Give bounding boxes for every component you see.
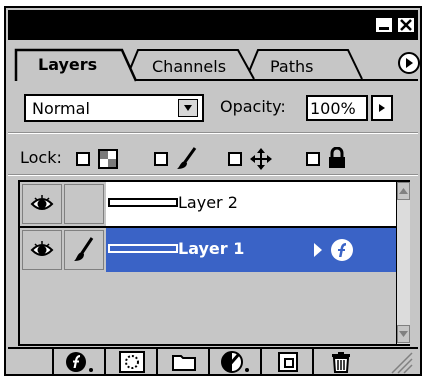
- brush-icon: [74, 237, 94, 261]
- new-adjustment-layer-button[interactable]: [212, 349, 262, 375]
- layer-style-icon: [66, 352, 93, 372]
- triangle-right-icon: [379, 104, 385, 112]
- triangle-right-icon: [406, 58, 413, 68]
- opacity-label: Opacity:: [220, 97, 286, 116]
- lock-label: Lock:: [20, 148, 62, 167]
- layer-visibility-toggle[interactable]: [22, 184, 62, 224]
- toolbar-top-border: [8, 347, 418, 349]
- layer-name: Layer 1: [178, 239, 245, 258]
- add-layer-style-button[interactable]: [56, 349, 106, 375]
- new-layer-icon: [278, 352, 298, 372]
- lock-pixels-checkbox[interactable]: [154, 152, 168, 166]
- scroll-up-button[interactable]: [397, 182, 410, 200]
- adjustment-layer-icon: [221, 351, 249, 373]
- lock-transparency-checkbox[interactable]: [76, 152, 90, 166]
- eye-icon: [30, 241, 54, 256]
- move-icon: [250, 148, 272, 170]
- tab-layers[interactable]: Layers: [38, 55, 97, 74]
- chevron-down-icon: [184, 105, 192, 111]
- layers-list[interactable]: Layer 2 Layer 1: [18, 180, 410, 346]
- layer-effects-icon: [331, 239, 353, 261]
- layers-scrollbar[interactable]: [396, 182, 410, 344]
- new-set-icon: [172, 355, 196, 371]
- lock-all-checkbox[interactable]: [306, 152, 320, 166]
- toolbar-spacer: [8, 349, 54, 375]
- scroll-down-button[interactable]: [397, 325, 410, 343]
- divider: [8, 174, 418, 176]
- lock-position-checkbox[interactable]: [228, 152, 242, 166]
- opacity-input[interactable]: 100%: [306, 95, 368, 121]
- layer-name: Layer 2: [178, 193, 238, 212]
- chevron-up-icon: [399, 188, 408, 194]
- new-layer-set-button[interactable]: [160, 349, 210, 375]
- trash-icon: [332, 352, 350, 373]
- create-new-layer-button[interactable]: [264, 349, 314, 375]
- layer-row-content[interactable]: Layer 2: [106, 182, 396, 226]
- blend-mode-select[interactable]: Normal: [24, 94, 204, 122]
- blend-mode-value: Normal: [32, 99, 90, 118]
- layer-row-layer-1[interactable]: Layer 1: [20, 228, 396, 272]
- expand-effects-icon[interactable]: [312, 242, 324, 258]
- layers-toolbar: [8, 349, 384, 375]
- opacity-value: 100%: [310, 99, 356, 118]
- layer-edit-cell[interactable]: [64, 230, 104, 270]
- opacity-slider-button[interactable]: [371, 95, 393, 121]
- eye-icon: [30, 195, 54, 210]
- layer-row-content-selected[interactable]: Layer 1: [106, 228, 396, 272]
- layers-empty-area: [20, 272, 396, 344]
- blend-mode-dropdown-arrow[interactable]: [178, 99, 198, 117]
- palette-menu-button[interactable]: [398, 52, 420, 74]
- chevron-down-icon: [399, 331, 408, 337]
- layer-row-layer-2[interactable]: Layer 2: [20, 182, 396, 226]
- lock-icon: [329, 147, 345, 168]
- tab-baseline: [136, 79, 418, 81]
- tab-paths[interactable]: Paths: [270, 57, 313, 76]
- brush-icon: [177, 147, 197, 169]
- add-layer-mask-button[interactable]: [108, 349, 158, 375]
- layer-thumbnail: [108, 244, 178, 253]
- delete-layer-button[interactable]: [316, 349, 366, 375]
- divider: [8, 132, 418, 134]
- layer-thumbnail: [108, 198, 178, 207]
- layers-palette: Layers Channels Paths Normal Opacity: 10…: [4, 6, 422, 376]
- transparency-icon: [98, 149, 118, 169]
- tab-channels[interactable]: Channels: [152, 57, 226, 76]
- resize-grip-icon[interactable]: [384, 349, 414, 375]
- layer-mask-icon: [119, 351, 145, 373]
- layer-visibility-toggle[interactable]: [22, 230, 62, 270]
- layer-link-cell[interactable]: [64, 184, 104, 224]
